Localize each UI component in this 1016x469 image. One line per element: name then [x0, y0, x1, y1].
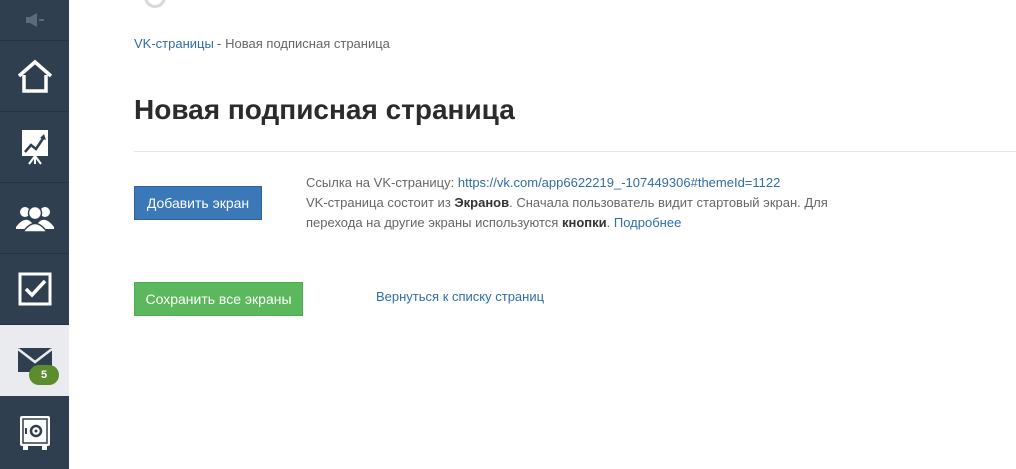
users-icon: [15, 203, 54, 233]
save-all-screens-button[interactable]: Сохранить все экраны: [134, 282, 303, 316]
breadcrumb-current: Новая подписная страница: [225, 36, 390, 51]
unread-count-badge: 5: [29, 365, 59, 385]
main-content: VK-страницы - Новая подписная страница Нов…: [69, 0, 1016, 469]
sidebar-item-announcements[interactable]: [0, 0, 69, 41]
title-divider: [134, 151, 1016, 152]
sidebar-item-stats[interactable]: [0, 112, 69, 183]
vk-page-url-link[interactable]: https://vk.com/app6622219_-107449306#the…: [458, 175, 780, 190]
sidebar-item-subscribers[interactable]: [0, 183, 69, 254]
megaphone-icon: [24, 12, 46, 28]
info-text-3: .: [606, 215, 611, 230]
sidebar-item-tasks[interactable]: [0, 254, 69, 325]
sidebar-item-home[interactable]: [0, 41, 69, 112]
checkbox-icon: [18, 272, 52, 306]
chart-board-icon: [20, 128, 50, 166]
breadcrumb-link-vk-pages[interactable]: VK-страницы: [134, 36, 214, 51]
sidebar: 5: [0, 0, 69, 469]
vk-page-info: Ссылка на VK-страницу: https://vk.com/ap…: [306, 173, 866, 233]
info-bold-screens: Экранов: [454, 195, 510, 210]
learn-more-link[interactable]: Подробнее: [614, 215, 681, 230]
safe-icon: [19, 415, 51, 451]
info-text-1: VK-страница состоит из: [306, 195, 451, 210]
info-bold-buttons: кнопки: [561, 215, 607, 230]
sidebar-item-messages[interactable]: 5: [0, 325, 69, 396]
sidebar-item-settings[interactable]: [0, 396, 69, 469]
loading-indicator-icon: [144, 0, 166, 8]
link-prefix-text: Ссылка на VK-страницу:: [306, 175, 455, 190]
home-icon: [17, 59, 53, 93]
back-to-pages-link[interactable]: Вернуться к списку страниц: [376, 289, 544, 304]
page-title: Новая подписная страница: [134, 94, 515, 125]
breadcrumb: VK-страницы - Новая подписная страница: [134, 36, 390, 51]
breadcrumb-separator: -: [216, 36, 222, 51]
add-screen-button[interactable]: Добавить экран: [134, 186, 262, 220]
